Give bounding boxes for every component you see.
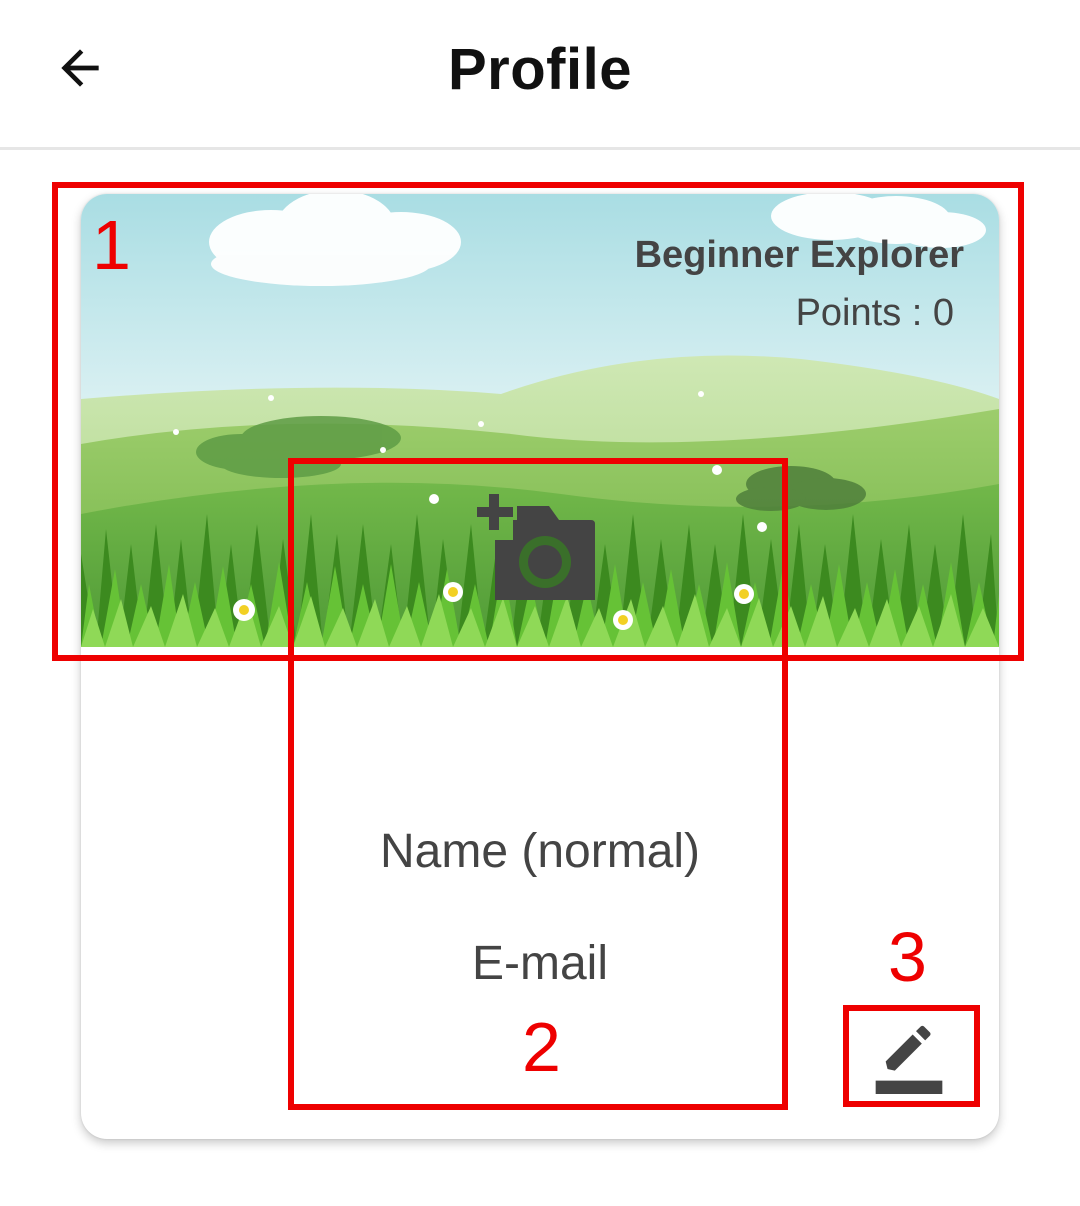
edit-profile-button[interactable] [869,1014,949,1094]
edit-pencil-icon [875,1025,943,1094]
annotation-label-1: 1 [92,206,131,284]
app-bar: Profile [0,0,1080,150]
points-label: Points : 0 [795,292,954,334]
user-email: E-mail [471,937,608,990]
rank-title: Beginner Explorer [634,234,964,276]
user-name: Name (normal) [379,825,701,878]
page-title: Profile [448,37,632,102]
profile-card: Beginner Explorer Points : 0 Name (norma… [81,194,999,1139]
add-photo-camera-icon [477,494,595,600]
annotation-label-3: 3 [888,918,927,996]
annotation-label-2: 2 [522,1008,561,1086]
add-photo-button[interactable] [477,494,599,604]
profile-banner: Beginner Explorer Points : 0 [81,194,999,647]
